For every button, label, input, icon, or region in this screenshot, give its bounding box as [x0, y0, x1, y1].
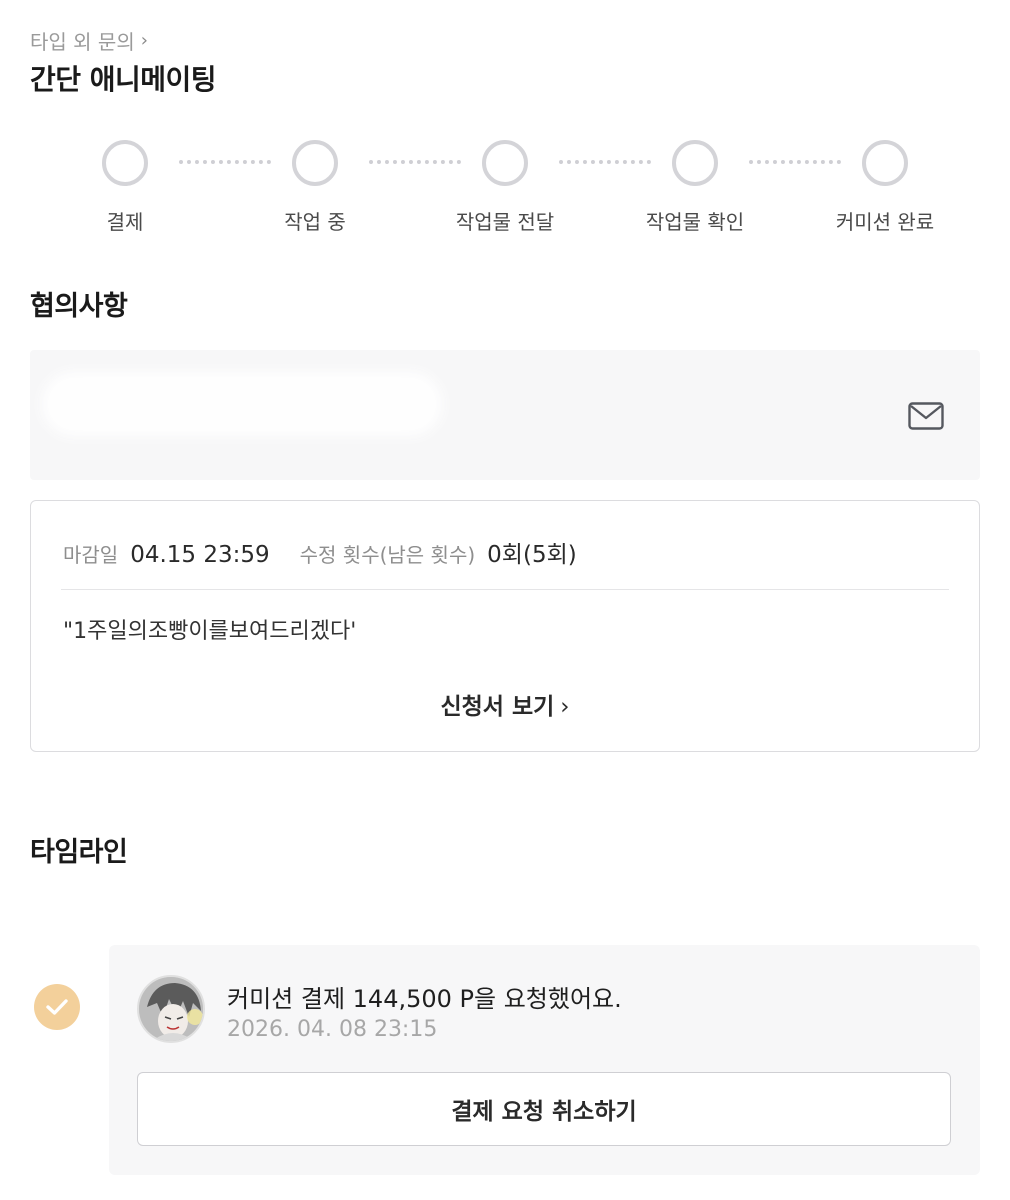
cancel-payment-request-button[interactable]: 결제 요청 취소하기	[137, 1072, 951, 1146]
progress-stepper: 결제 작업 중 작업물 전달 작업물 확인 커미션 완료	[0, 140, 1010, 250]
step-circle	[102, 140, 148, 186]
divider	[61, 589, 949, 590]
step-circle	[672, 140, 718, 186]
request-quote: "1주일의조빵이를보여드리겠다'	[63, 619, 357, 644]
agreement-title: 협의사항	[30, 291, 128, 322]
step-circle	[482, 140, 528, 186]
step-review: 작업물 확인	[600, 140, 790, 235]
avatar	[137, 975, 205, 1043]
step-label: 작업물 전달	[455, 210, 555, 234]
view-application-link[interactable]: 신청서 보기 ›	[31, 687, 979, 721]
chevron-right-icon: ›	[560, 694, 570, 720]
step-in-progress: 작업 중	[220, 140, 410, 235]
step-label: 결제	[106, 210, 144, 234]
breadcrumb[interactable]: 타입 외 문의 ›	[30, 26, 148, 55]
timeline-title: 타임라인	[30, 837, 128, 868]
step-payment: 결제	[30, 140, 220, 235]
check-icon	[34, 984, 80, 1030]
deadline-value: 04.15 23:59	[130, 542, 270, 568]
redacted-text	[42, 372, 442, 436]
agreement-memo-box	[30, 350, 980, 480]
commission-info-card: 마감일 04.15 23:59 수정 횟수(남은 횟수) 0회(5회) "1주일…	[30, 500, 980, 752]
step-label: 커미션 완료	[835, 210, 935, 234]
step-label: 작업 중	[284, 210, 346, 234]
revisions-label: 수정 횟수(남은 횟수)	[299, 543, 476, 567]
step-delivery: 작업물 전달	[410, 140, 600, 235]
timeline-item: 커미션 결제 144,500 P을 요청했어요. 2026. 04. 08 23…	[109, 945, 980, 1175]
mail-icon[interactable]	[908, 402, 944, 430]
revisions-value: 0회(5회)	[487, 542, 577, 568]
timeline-timestamp: 2026. 04. 08 23:15	[227, 1017, 438, 1042]
step-circle	[292, 140, 338, 186]
step-label: 작업물 확인	[645, 210, 745, 234]
chevron-right-icon: ›	[140, 30, 148, 51]
info-row: 마감일 04.15 23:59 수정 횟수(남은 횟수) 0회(5회)	[63, 535, 607, 569]
breadcrumb-label[interactable]: 타입 외 문의	[30, 26, 135, 55]
timeline-message: 커미션 결제 144,500 P을 요청했어요.	[227, 985, 622, 1013]
view-application-label[interactable]: 신청서 보기	[440, 694, 554, 720]
step-complete: 커미션 완료	[790, 140, 980, 235]
step-circle	[862, 140, 908, 186]
page-title: 간단 애니메이팅	[30, 63, 217, 96]
deadline-label: 마감일	[63, 543, 119, 567]
